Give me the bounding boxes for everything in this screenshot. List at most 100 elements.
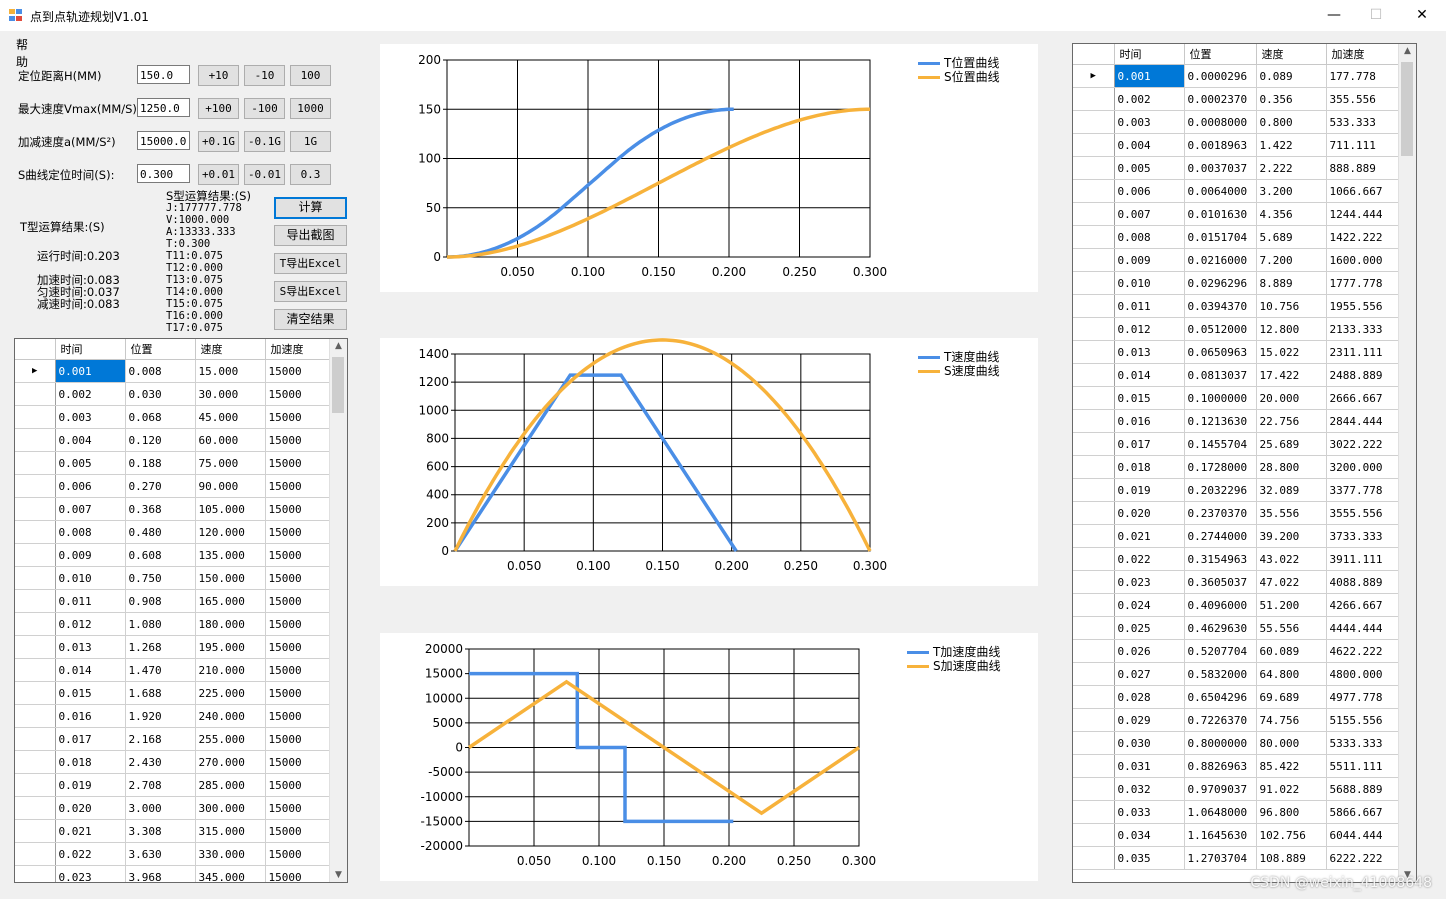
table-row[interactable]: 0.004 0.0018963 1.422 711.111 — [1073, 133, 1402, 157]
table-row[interactable]: 0.021 0.2744000 39.200 3733.333 — [1073, 524, 1402, 548]
row-header[interactable] — [15, 543, 56, 567]
accel-1g-button[interactable]: 1G — [290, 131, 331, 152]
row-header[interactable] — [15, 497, 56, 521]
row-header[interactable] — [1073, 547, 1115, 571]
table-cell[interactable]: 0.015 — [55, 681, 126, 705]
table-cell[interactable]: 135.000 — [195, 543, 266, 567]
row-header[interactable] — [1073, 777, 1115, 801]
table-cell[interactable]: 0.005 — [1114, 156, 1185, 180]
table-row[interactable]: 0.034 1.1645630 102.756 6044.444 — [1073, 823, 1402, 847]
table-cell[interactable]: 5333.333 — [1326, 731, 1402, 755]
table-cell[interactable]: 15000 — [265, 520, 331, 544]
stime-input[interactable]: 0.300 — [137, 164, 190, 183]
table-cell[interactable]: 0.030 — [1114, 731, 1185, 755]
table-cell[interactable]: 888.889 — [1326, 156, 1402, 180]
table-cell[interactable]: 0.5832000 — [1184, 662, 1257, 686]
table-cell[interactable]: 2.708 — [125, 773, 196, 797]
table-cell[interactable]: 15000 — [265, 796, 331, 820]
table-cell[interactable]: 0.3154963 — [1184, 547, 1257, 571]
scroll-thumb[interactable] — [332, 357, 344, 413]
table-row[interactable]: 0.011 0.0394370 10.756 1955.556 — [1073, 294, 1402, 318]
table-cell[interactable]: 0.019 — [55, 773, 126, 797]
table-cell[interactable]: 0.0512000 — [1184, 317, 1257, 341]
table-cell[interactable]: 35.556 — [1256, 501, 1327, 525]
table-cell[interactable]: 0.033 — [1114, 800, 1185, 824]
table-cell[interactable]: 15000 — [265, 658, 331, 682]
table-cell[interactable]: 15000 — [265, 428, 331, 452]
t-grid-scrollbar[interactable]: ▲ ▼ — [329, 339, 347, 882]
table-cell[interactable]: 0.0394370 — [1184, 294, 1257, 318]
table-cell[interactable]: 15000 — [265, 497, 331, 521]
table-cell[interactable]: 6222.222 — [1326, 846, 1402, 870]
table-cell[interactable]: 1422.222 — [1326, 225, 1402, 249]
table-cell[interactable]: 0.1728000 — [1184, 455, 1257, 479]
table-cell[interactable]: 22.756 — [1256, 409, 1327, 433]
column-header[interactable]: 时间 — [55, 339, 126, 360]
table-row[interactable]: 0.029 0.7226370 74.756 5155.556 — [1073, 708, 1402, 732]
row-header[interactable] — [1073, 639, 1115, 663]
table-cell[interactable]: 2844.444 — [1326, 409, 1402, 433]
table-cell[interactable]: 0.017 — [1114, 432, 1185, 456]
table-cell[interactable]: 2.222 — [1256, 156, 1327, 180]
table-cell[interactable]: 0.013 — [1114, 340, 1185, 364]
table-cell[interactable]: 0.1455704 — [1184, 432, 1257, 456]
table-cell[interactable]: 0.0037037 — [1184, 156, 1257, 180]
table-cell[interactable]: 3.308 — [125, 819, 196, 843]
close-icon[interactable]: ✕ — [1404, 4, 1440, 26]
table-cell[interactable]: 0.2744000 — [1184, 524, 1257, 548]
table-cell[interactable]: 0.4096000 — [1184, 593, 1257, 617]
table-cell[interactable]: 0.1000000 — [1184, 386, 1257, 410]
table-cell[interactable]: 5155.556 — [1326, 708, 1402, 732]
row-header[interactable] — [15, 405, 56, 429]
table-cell[interactable]: 4444.444 — [1326, 616, 1402, 640]
table-cell[interactable]: 15000 — [265, 865, 331, 882]
table-cell[interactable]: 210.000 — [195, 658, 266, 682]
table-cell[interactable]: 15000 — [265, 405, 331, 429]
row-header[interactable] — [1073, 179, 1115, 203]
table-row[interactable]: 0.014 0.0813037 17.422 2488.889 — [1073, 363, 1402, 387]
table-cell[interactable]: 15000 — [265, 543, 331, 567]
row-header[interactable] — [15, 819, 56, 843]
table-row[interactable]: 0.030 0.8000000 80.000 5333.333 — [1073, 731, 1402, 755]
table-row[interactable]: 0.016 0.1213630 22.756 2844.444 — [1073, 409, 1402, 433]
table-cell[interactable]: 225.000 — [195, 681, 266, 705]
table-row[interactable]: 0.023 0.3605037 47.022 4088.889 — [1073, 570, 1402, 594]
row-header[interactable] — [1073, 202, 1115, 226]
row-header[interactable] — [1073, 524, 1115, 548]
table-row[interactable]: 0.026 0.5207704 60.089 4622.222 — [1073, 639, 1402, 663]
table-row[interactable]: 0.028 0.6504296 69.689 4977.778 — [1073, 685, 1402, 709]
table-cell[interactable]: 0.003 — [1114, 110, 1185, 134]
table-row[interactable]: 0.005 0.188 75.000 15000 — [15, 451, 331, 475]
table-cell[interactable]: 0.007 — [55, 497, 126, 521]
table-cell[interactable]: 6044.444 — [1326, 823, 1402, 847]
table-cell[interactable]: 0.0151704 — [1184, 225, 1257, 249]
table-cell[interactable]: 0.356 — [1256, 87, 1327, 111]
table-cell[interactable]: 69.689 — [1256, 685, 1327, 709]
table-cell[interactable]: 0.014 — [55, 658, 126, 682]
row-header[interactable] — [15, 566, 56, 590]
table-cell[interactable]: 180.000 — [195, 612, 266, 636]
row-header[interactable] — [15, 612, 56, 636]
table-cell[interactable]: 15000 — [265, 566, 331, 590]
row-header[interactable] — [1073, 317, 1115, 341]
table-cell[interactable]: 0.009 — [55, 543, 126, 567]
table-cell[interactable]: 3022.222 — [1326, 432, 1402, 456]
table-cell[interactable]: 0.016 — [1114, 409, 1185, 433]
row-header[interactable] — [1073, 87, 1115, 111]
table-cell[interactable]: 0.011 — [1114, 294, 1185, 318]
row-header[interactable] — [1073, 455, 1115, 479]
table-cell[interactable]: 0.188 — [125, 451, 196, 475]
table-cell[interactable]: 1.2703704 — [1184, 846, 1257, 870]
table-cell[interactable]: 0.8000000 — [1184, 731, 1257, 755]
minimize-icon[interactable]: — — [1316, 4, 1352, 26]
table-cell[interactable]: 0.6504296 — [1184, 685, 1257, 709]
table-cell[interactable]: 3.000 — [125, 796, 196, 820]
table-row[interactable]: 0.005 0.0037037 2.222 888.889 — [1073, 156, 1402, 180]
table-cell[interactable]: 0.2032296 — [1184, 478, 1257, 502]
accel-plus-0.1g-button[interactable]: +0.1G — [198, 131, 239, 152]
table-cell[interactable]: 0.023 — [1114, 570, 1185, 594]
row-header[interactable] — [1073, 846, 1115, 870]
row-header[interactable] — [1073, 294, 1115, 318]
table-cell[interactable]: 1955.556 — [1326, 294, 1402, 318]
table-cell[interactable]: 0.3605037 — [1184, 570, 1257, 594]
